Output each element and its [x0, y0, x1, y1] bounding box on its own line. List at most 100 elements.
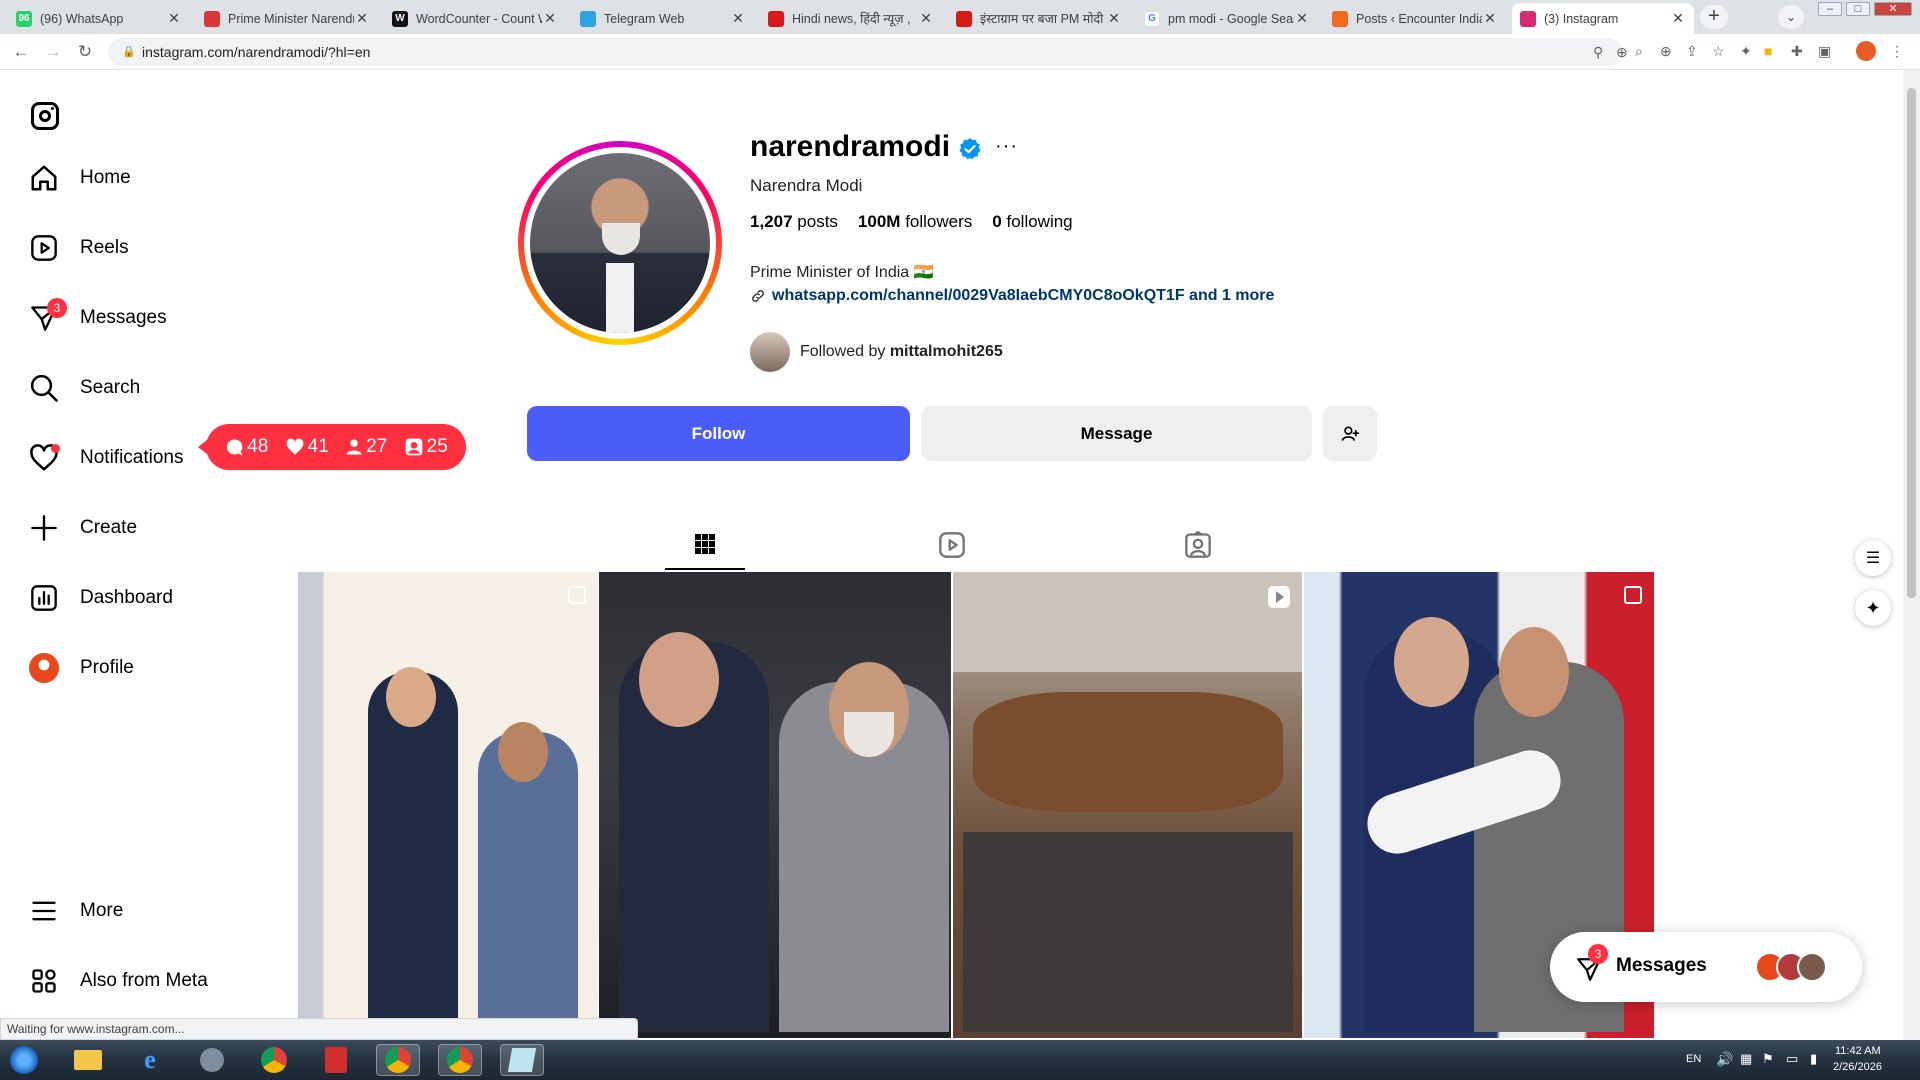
browser-tab[interactable]: इंस्टाग्राम पर बजा PM मोदी ✕: [948, 3, 1130, 34]
volume-icon[interactable]: 🔊: [1716, 1051, 1733, 1068]
chrome-icon[interactable]: [252, 1044, 296, 1076]
notepad-icon[interactable]: [500, 1044, 544, 1076]
sidebar-item-messages[interactable]: 3 Messages: [28, 298, 167, 338]
tab-tagged[interactable]: [1158, 520, 1238, 570]
followers-stat[interactable]: 100M followers: [858, 212, 972, 232]
file-explorer-icon[interactable]: [66, 1044, 110, 1076]
windows-taskbar: e EN 🔊 ▦ ⚑ ▭ ▮ 11:42 AM 2/26/2026: [0, 1040, 1920, 1080]
flag-icon[interactable]: ⚑: [1762, 1051, 1774, 1067]
browser-tab[interactable]: (3) Instagram ✕: [1512, 3, 1694, 34]
clock-date[interactable]: 2/26/2026: [1833, 1061, 1882, 1073]
suggested-accounts-button[interactable]: [1323, 406, 1377, 461]
browser-tab[interactable]: Telegram Web ✕: [572, 3, 754, 34]
battery-icon[interactable]: ▮: [1810, 1051, 1817, 1067]
sparkle-icon[interactable]: ✦: [1740, 43, 1752, 60]
post-thumbnail[interactable]: [953, 572, 1302, 1038]
close-tab-icon[interactable]: ✕: [1670, 10, 1686, 27]
browser-tab[interactable]: Gpm modi - Google Sear ✕: [1136, 3, 1318, 34]
browser-tab[interactable]: Hindi news, हिंदी न्यूज़ , ✕: [760, 3, 942, 34]
maximize-button[interactable]: □: [1846, 2, 1870, 16]
browser-tab[interactable]: W WordCounter - Count W ✕: [384, 3, 566, 34]
sidebar-item-label: Notifications: [80, 447, 184, 468]
site-info-icon[interactable]: 🔒: [122, 45, 136, 58]
sidebar-item-profile[interactable]: Profile: [28, 648, 134, 688]
profile-external-link[interactable]: whatsapp.com/channel/0029Va8IaebCMY0C8oO…: [750, 287, 1274, 305]
tab-title: Posts ‹ Encounter India: [1356, 11, 1482, 26]
close-tab-icon[interactable]: ✕: [1294, 10, 1310, 27]
following-stat[interactable]: 0 following: [992, 212, 1072, 232]
browser-tab[interactable]: Posts ‹ Encounter India ✕: [1324, 3, 1506, 34]
floating-messages-badge: 3: [1588, 944, 1608, 964]
network-icon[interactable]: ▦: [1740, 1051, 1752, 1067]
search-page-icon[interactable]: ⌕: [1635, 43, 1643, 60]
extension-icon[interactable]: ■: [1764, 43, 1772, 59]
tab-reels[interactable]: [912, 520, 992, 570]
close-tab-icon[interactable]: ✕: [542, 10, 558, 27]
close-tab-icon[interactable]: ✕: [918, 10, 934, 27]
side-panel-icon[interactable]: ▣: [1818, 43, 1831, 60]
acrobat-icon[interactable]: [314, 1044, 358, 1076]
browser-tab[interactable]: Prime Minister Narendr ✕: [196, 3, 378, 34]
sidebar-item-notifications[interactable]: Notifications: [28, 438, 184, 478]
reading-mode-icon[interactable]: ☰: [1855, 540, 1891, 576]
mutual-follower-username[interactable]: mittalmohit265: [890, 343, 1003, 361]
plus-icon: [28, 512, 60, 544]
minimize-button[interactable]: –: [1818, 2, 1842, 16]
browser-tab[interactable]: 96 (96) WhatsApp ✕: [8, 3, 190, 34]
floating-messages-button[interactable]: 3 Messages: [1550, 932, 1862, 1002]
clock-time[interactable]: 11:42 AM: [1835, 1045, 1881, 1057]
tab-posts[interactable]: [665, 520, 745, 570]
notification-dot: [51, 444, 60, 453]
sidebar-item-dashboard[interactable]: Dashboard: [28, 578, 173, 618]
language-indicator[interactable]: EN: [1686, 1053, 1701, 1065]
browser-menu-icon[interactable]: ⋮: [1890, 43, 1904, 60]
sidebar-item-also-from-meta[interactable]: Also from Meta: [28, 961, 208, 1001]
scrollbar-thumb[interactable]: [1907, 88, 1916, 598]
share-icon[interactable]: ⇪: [1686, 43, 1698, 60]
google-lens-icon[interactable]: ⊕: [1616, 44, 1628, 61]
reload-button[interactable]: ↻: [74, 41, 96, 63]
action-center-icon[interactable]: ▭: [1786, 1051, 1798, 1067]
close-tab-icon[interactable]: ✕: [354, 10, 370, 27]
close-tab-icon[interactable]: ✕: [1106, 10, 1122, 27]
sidebar-item-create[interactable]: Create: [28, 508, 137, 548]
close-tab-icon[interactable]: ✕: [730, 10, 746, 27]
internet-explorer-icon[interactable]: e: [128, 1044, 172, 1076]
zoom-in-icon[interactable]: ⊕: [1660, 43, 1672, 60]
post-thumbnail[interactable]: [298, 572, 598, 1038]
browser-profile-avatar[interactable]: [1856, 41, 1876, 61]
sidebar-item-search[interactable]: Search: [28, 368, 140, 408]
tags-count: 25: [404, 436, 448, 458]
zoom-icon[interactable]: ⚲: [1593, 44, 1603, 61]
sidebar-item-home[interactable]: Home: [28, 158, 131, 198]
profile-options-button[interactable]: ···: [995, 135, 1018, 158]
address-bar[interactable]: 🔒 instagram.com/narendramodi/?hl=en ⚲ ⊕: [108, 38, 1628, 66]
message-button[interactable]: Message: [921, 406, 1312, 461]
instagram-logo[interactable]: [31, 102, 59, 130]
post-thumbnail[interactable]: [599, 572, 951, 1038]
bookmark-star-icon[interactable]: ☆: [1712, 43, 1725, 60]
sidebar-item-reels[interactable]: Reels: [28, 228, 129, 268]
tab-search-button[interactable]: ⌄: [1778, 5, 1804, 29]
url-text[interactable]: instagram.com/narendramodi/?hl=en: [142, 44, 370, 60]
media-player-icon[interactable]: [190, 1044, 234, 1076]
close-tab-icon[interactable]: ✕: [1482, 10, 1498, 27]
ai-sparkle-icon[interactable]: ✦: [1855, 590, 1891, 626]
close-tab-icon[interactable]: ✕: [166, 10, 182, 27]
profile-picture-story-ring[interactable]: [518, 141, 722, 345]
start-button[interactable]: [4, 1044, 44, 1076]
chrome-window-icon[interactable]: [438, 1044, 482, 1076]
extensions-puzzle-icon[interactable]: ✚: [1791, 43, 1803, 60]
follow-button[interactable]: Follow: [527, 406, 910, 461]
followed-by-row[interactable]: Followed by mittalmohit265: [750, 332, 1003, 372]
new-tab-button[interactable]: +: [1700, 5, 1728, 29]
forward-button[interactable]: →: [42, 41, 64, 63]
sidebar-item-more[interactable]: More: [28, 891, 123, 931]
back-button[interactable]: ←: [10, 41, 32, 63]
profile-stats: 1,207 posts 100M followers 0 following: [750, 212, 1073, 232]
chrome-window-icon[interactable]: [376, 1044, 420, 1076]
close-window-button[interactable]: ✕: [1874, 2, 1912, 16]
notifications-summary-pill[interactable]: 48 41 27 25: [198, 424, 466, 470]
sidebar-item-label: Reels: [80, 237, 129, 258]
page-scrollbar[interactable]: [1903, 70, 1920, 1040]
